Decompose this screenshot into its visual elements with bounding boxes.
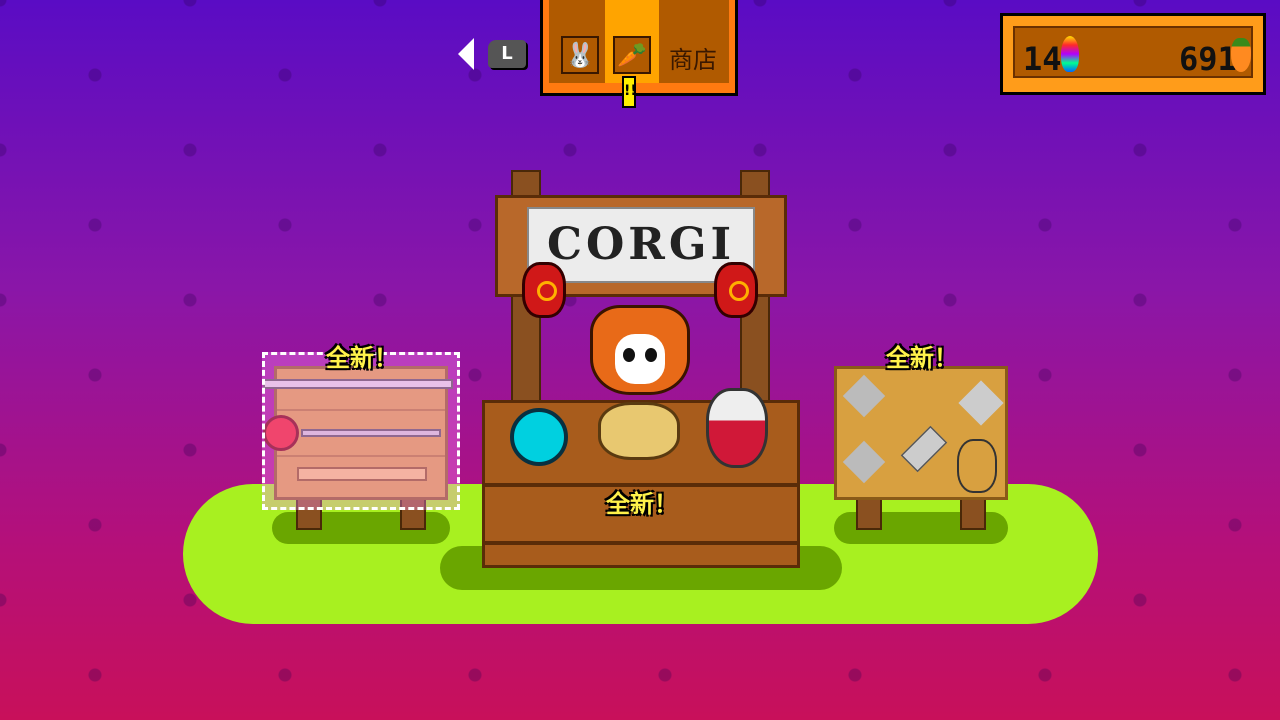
new-label: 全新！ <box>326 344 398 372</box>
cyan-orb-item[interactable] <box>510 408 568 466</box>
throwables-board[interactable] <box>834 366 1008 500</box>
board-post <box>856 496 882 530</box>
shuriken-icon <box>842 374 886 418</box>
shuriken-icon <box>958 380 1004 426</box>
lantern-icon <box>714 262 758 318</box>
tab-carrot[interactable]: 🥕 <box>613 36 651 74</box>
potion-item[interactable] <box>706 388 768 468</box>
tab-bar: 🐰 🥕 商店 <box>540 0 738 96</box>
tab-bunny[interactable]: 🐰 <box>561 36 599 74</box>
rainbow-count: 14 <box>1023 40 1062 78</box>
left-arrow-icon[interactable] <box>458 38 474 70</box>
rainbow-gem-icon <box>1061 36 1079 72</box>
bunny-icon: 🐰 <box>565 41 595 69</box>
board-post <box>960 496 986 530</box>
mouse-silhouette-icon <box>957 439 997 493</box>
currency-panel: 14 691 <box>1000 13 1266 95</box>
lantern-icon <box>522 262 566 318</box>
prev-tab-button[interactable]: L <box>488 40 526 68</box>
carrot-icon: 🥕 <box>617 41 647 69</box>
skull-item[interactable] <box>598 402 680 460</box>
alert-badge: !! <box>622 76 637 108</box>
new-label: 全新！ <box>886 344 958 372</box>
carrot-icon <box>1231 38 1251 72</box>
selection-cursor[interactable] <box>262 352 460 510</box>
new-label: 全新！ <box>606 490 678 518</box>
kunai-icon <box>900 425 948 473</box>
shuriken-icon <box>842 440 886 484</box>
corgi-shopkeeper[interactable] <box>590 305 690 395</box>
tab-shop[interactable]: 商店 <box>669 40 717 75</box>
carrot-count: 691 <box>1179 40 1237 78</box>
